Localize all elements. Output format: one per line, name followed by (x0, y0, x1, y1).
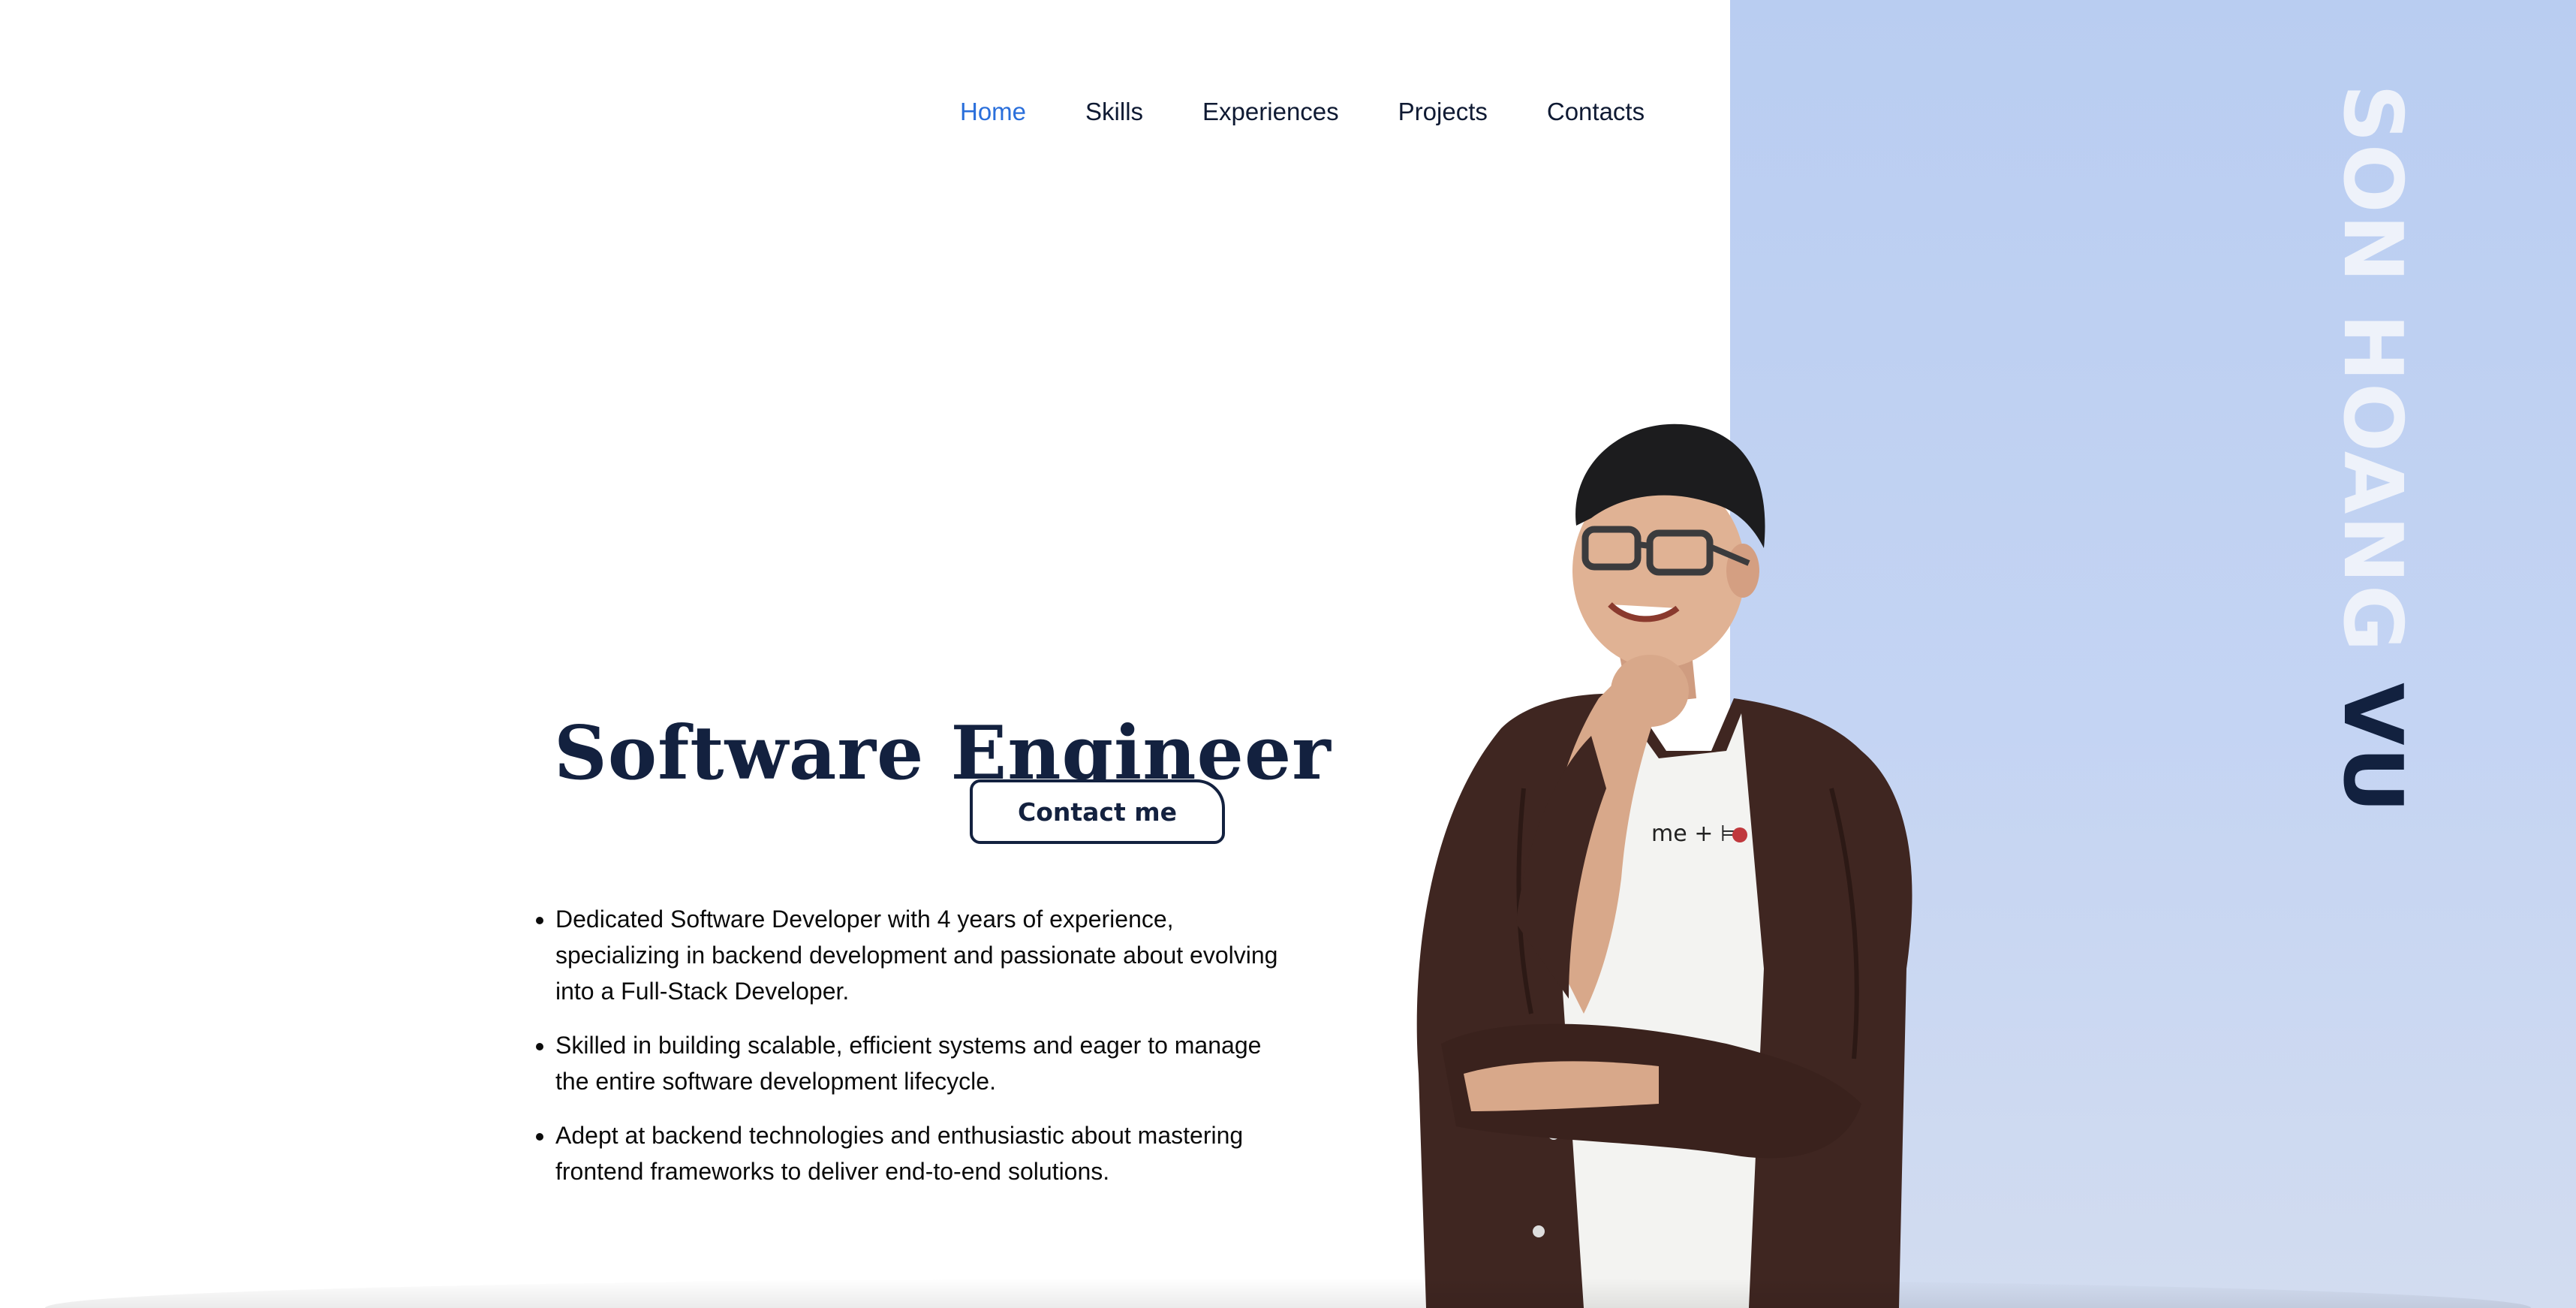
nav-item-contacts[interactable]: Contacts (1547, 98, 1645, 126)
name-first: SON HOANG (2325, 84, 2419, 653)
hero-bullet-list: Dedicated Software Developer with 4 year… (525, 901, 1291, 1207)
page: SON HOANG VU Home Skills Experiences Pro… (0, 0, 2576, 1308)
list-item: Adept at backend technologies and enthus… (555, 1117, 1291, 1189)
name-last: VU (2325, 683, 2419, 815)
main-nav: Home Skills Experiences Projects Contact… (960, 93, 1645, 131)
list-item: Skilled in building scalable, efficient … (555, 1027, 1291, 1099)
contact-me-button[interactable]: Contact me (970, 779, 1225, 844)
hero-title: Software Engineer (554, 710, 1332, 797)
list-item: Dedicated Software Developer with 4 year… (555, 901, 1291, 1009)
nav-item-experiences[interactable]: Experiences (1202, 98, 1339, 126)
nav-item-projects[interactable]: Projects (1398, 98, 1488, 126)
shirt-print: me + ⊨ (1651, 821, 1740, 847)
nav-item-skills[interactable]: Skills (1085, 98, 1143, 126)
nav-item-home[interactable]: Home (960, 98, 1026, 126)
vertical-name-banner: SON HOANG VU (2325, 84, 2419, 814)
portrait-photo: me + ⊨ (1416, 423, 1912, 1308)
